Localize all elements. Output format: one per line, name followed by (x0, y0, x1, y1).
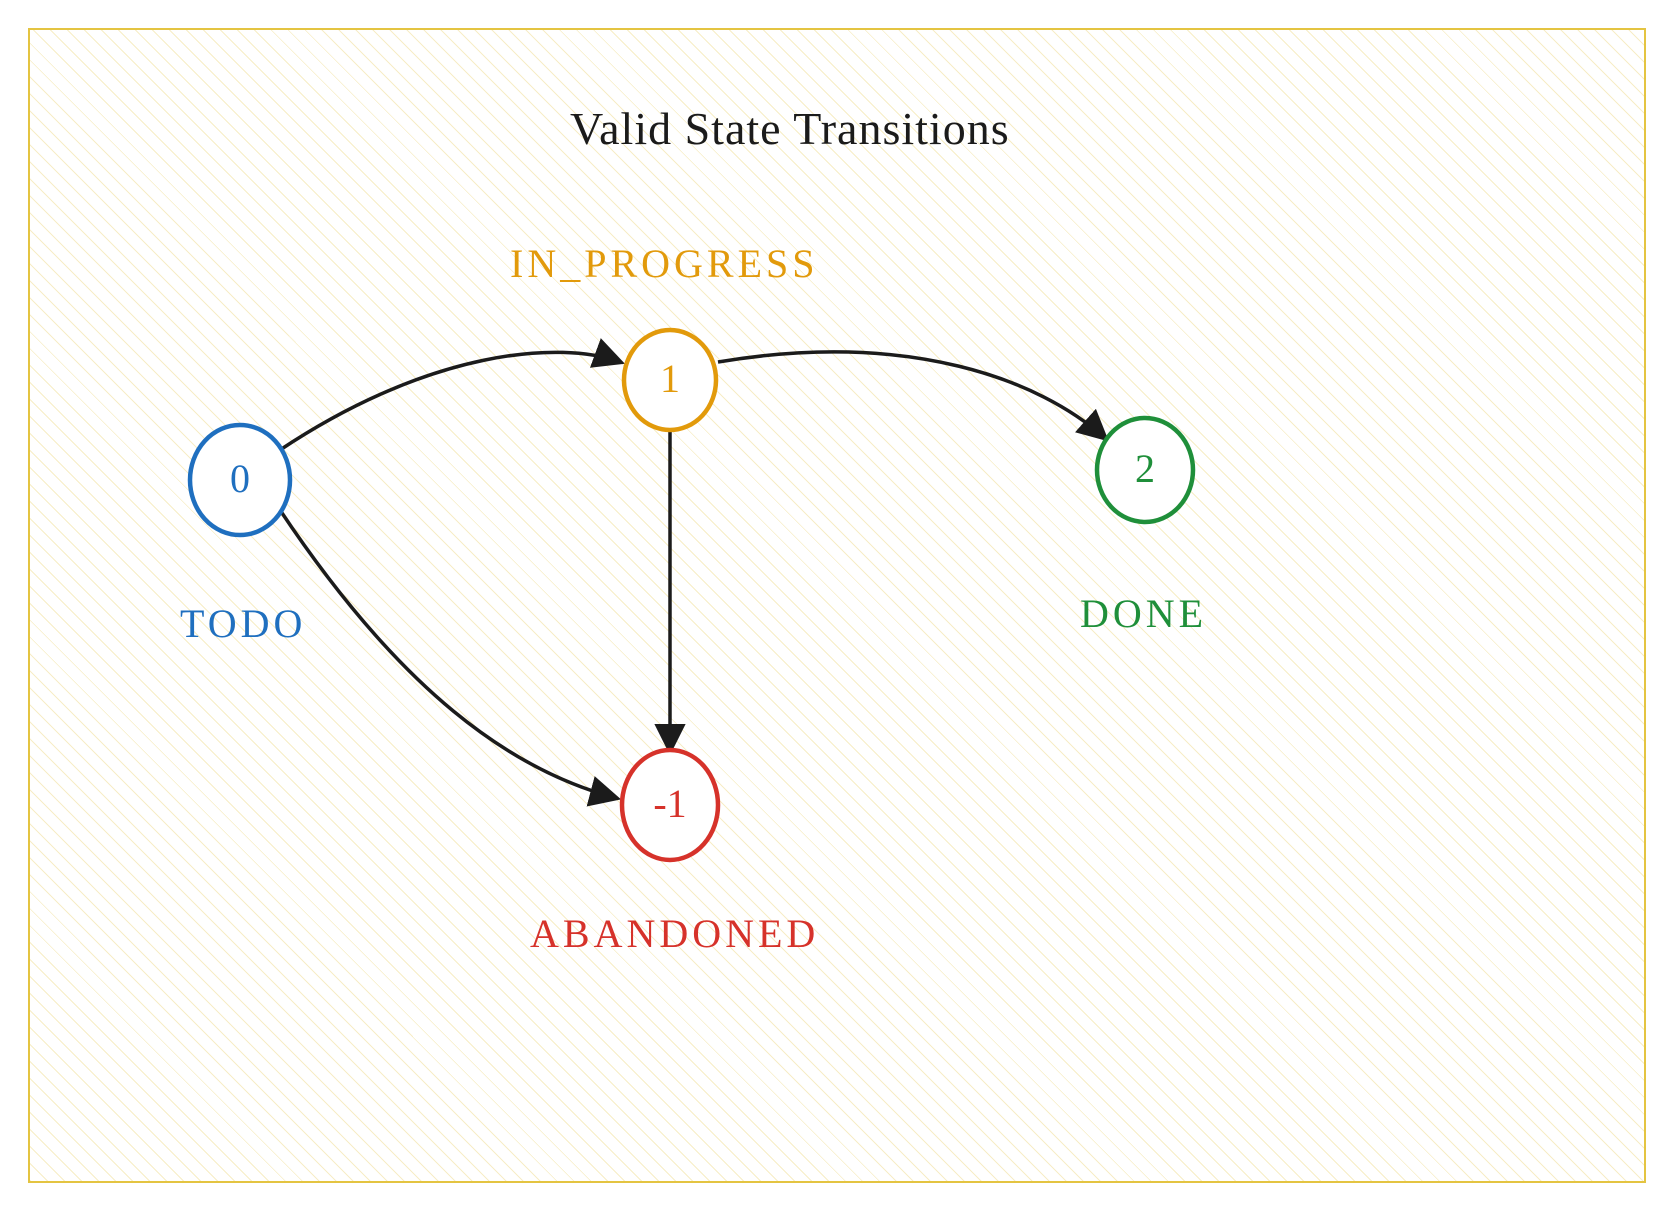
label-done: DONE (1080, 590, 1207, 637)
label-inprogress: IN_PROGRESS (510, 240, 819, 287)
node-todo: 0 (190, 425, 290, 535)
node-abandoned: -1 (622, 750, 718, 860)
edge-inprogress-done (718, 352, 1105, 438)
label-abandoned: ABANDONED (530, 910, 819, 957)
node-done-value: 2 (1135, 446, 1155, 491)
node-abandoned-value: -1 (653, 781, 686, 826)
node-inprogress: 1 (624, 330, 716, 430)
node-todo-value: 0 (230, 456, 250, 501)
node-done: 2 (1097, 418, 1193, 522)
edge-todo-abandoned (280, 510, 616, 798)
node-inprogress-value: 1 (660, 356, 680, 401)
diagram-frame: Valid State Transitions 0 1 2 -1 (28, 28, 1646, 1183)
edge-todo-inprogress (280, 352, 620, 450)
label-todo: TODO (180, 600, 306, 647)
